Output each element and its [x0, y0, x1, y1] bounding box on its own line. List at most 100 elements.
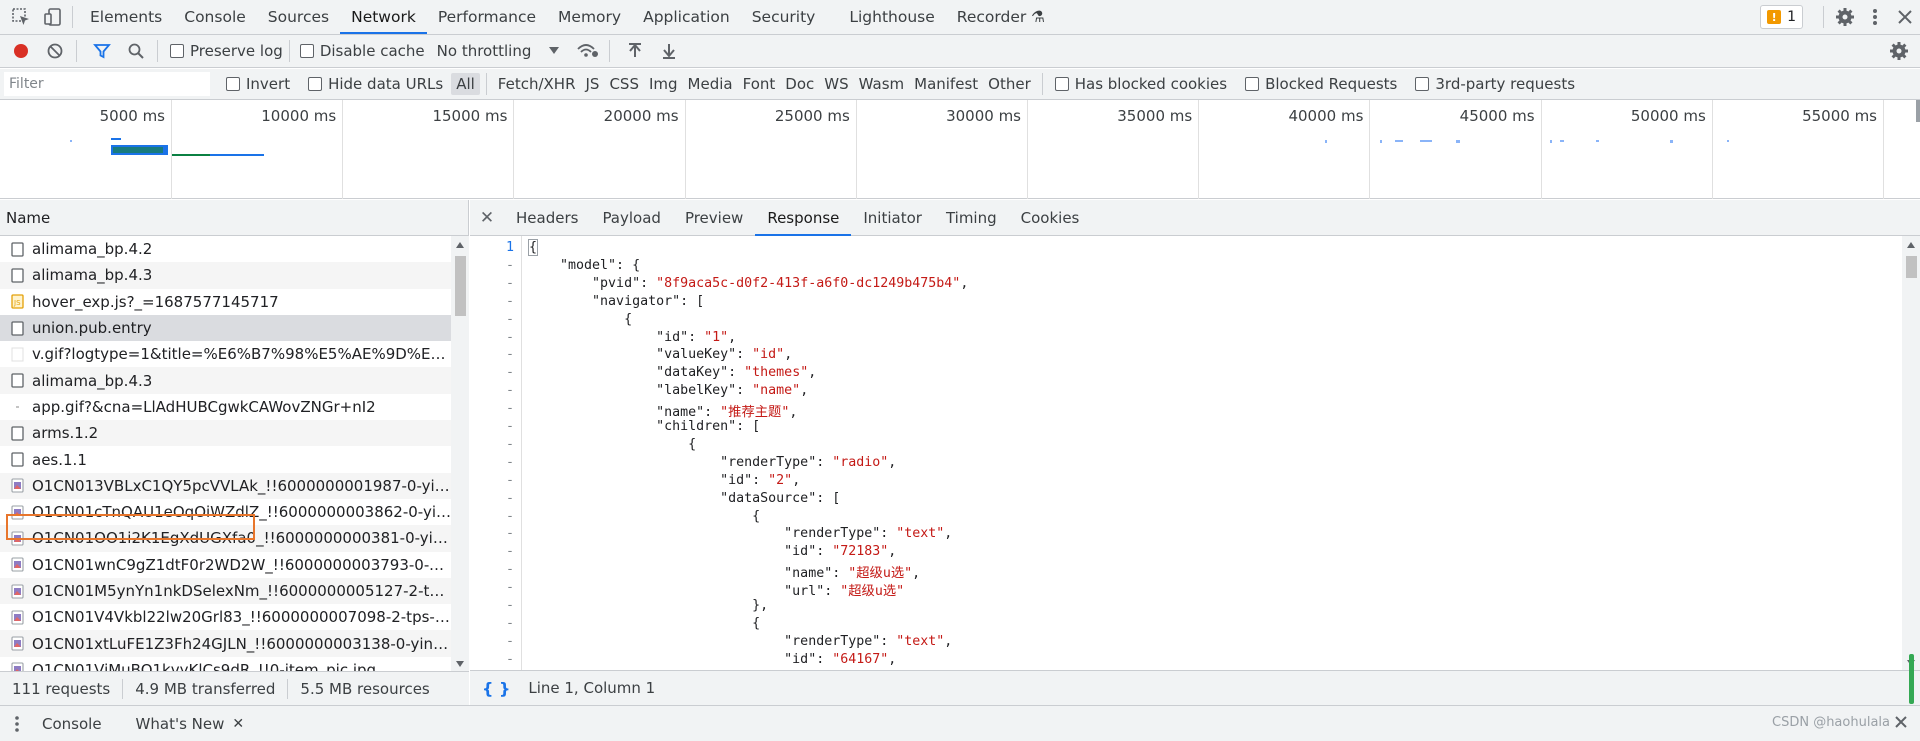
has-blocked-cookies-checkbox[interactable]: Has blocked cookies	[1054, 75, 1227, 93]
filter-type-font[interactable]: Font	[738, 73, 781, 95]
image-file-icon	[11, 478, 24, 493]
issues-counter-button[interactable]: ! 1	[1760, 5, 1803, 29]
filter-type-img[interactable]: Img	[644, 73, 683, 95]
checkbox-box[interactable]	[1415, 77, 1430, 91]
scrollbar-thumb[interactable]	[455, 256, 466, 316]
detail-tab-initiator[interactable]: Initiator	[851, 200, 934, 236]
request-row[interactable]: arms.1.2	[0, 420, 451, 447]
detail-tab-timing[interactable]: Timing	[934, 200, 1009, 236]
inspect-element-icon[interactable]	[8, 4, 34, 30]
detail-tab-preview[interactable]: Preview	[673, 200, 755, 236]
tab-recorder[interactable]: Recorder ⚗	[946, 0, 1056, 34]
filter-funnel-icon[interactable]	[87, 36, 117, 66]
tab-lighthouse[interactable]: Lighthouse	[838, 0, 945, 34]
devtools-panel-tabbar: Elements Console Sources Network Performance…	[0, 0, 1920, 35]
request-list-panel: Name alimama_bp.4.2 alimama_bp.4.3 JS hover…	[0, 200, 469, 705]
drawer-tab-whats-new[interactable]: What's New ✕	[136, 715, 245, 733]
response-viewer[interactable]: 1{- "model": {- "pvid": "8f9aca5c-d0f2-4…	[470, 236, 1902, 670]
blocked-requests-checkbox[interactable]: Blocked Requests	[1245, 75, 1397, 93]
request-row[interactable]: aes.1.1	[0, 446, 451, 472]
throttling-select[interactable]: No throttling	[437, 42, 560, 60]
tab-application[interactable]: Application	[632, 0, 741, 34]
disable-cache-checkbox[interactable]: Disable cache	[299, 42, 425, 60]
tab-performance[interactable]: Performance	[427, 0, 547, 34]
filter-type-fetchxhr[interactable]: Fetch/XHR	[493, 73, 581, 95]
checkbox-box[interactable]	[226, 77, 240, 91]
request-row[interactable]: O1CN013VBLxC1QY5pcVVLAk_!!6000000001987-…	[0, 472, 451, 499]
import-har-icon[interactable]	[620, 36, 650, 66]
request-row[interactable]: O1CN01cTnQAU1eOqOiWZdlZ_!!6000000003862-…	[0, 499, 451, 525]
filter-type-manifest[interactable]: Manifest	[909, 73, 983, 95]
scrollbar-thumb[interactable]	[1906, 256, 1917, 278]
tab-sources[interactable]: Sources	[257, 0, 340, 34]
line-number: -	[505, 526, 514, 542]
checkbox-box[interactable]	[1245, 77, 1260, 91]
filter-type-css[interactable]: CSS	[604, 73, 644, 95]
device-toolbar-icon[interactable]	[40, 4, 66, 30]
code-token: ,	[808, 365, 817, 381]
filter-type-js[interactable]: JS	[581, 73, 605, 95]
filter-type-doc[interactable]: Doc	[780, 73, 819, 95]
close-devtools-icon[interactable]	[1890, 2, 1920, 32]
request-row[interactable]: O1CN01xtLuFE1Z3Fh24GJLN_!!6000000003138-…	[0, 630, 451, 657]
filter-type-other[interactable]: Other	[983, 73, 1036, 95]
name-column-header[interactable]: Name	[0, 200, 468, 236]
more-options-icon[interactable]	[1860, 2, 1890, 32]
pretty-print-icon[interactable]: { }	[482, 679, 510, 698]
tab-network[interactable]: Network	[340, 0, 427, 34]
request-row[interactable]: alimama_bp.4.2	[0, 236, 451, 262]
tab-memory[interactable]: Memory	[547, 0, 632, 34]
hide-data-urls-checkbox[interactable]: Hide data URLs	[308, 75, 443, 93]
invert-checkbox[interactable]: Invert	[226, 75, 290, 93]
tab-console[interactable]: Console	[173, 0, 257, 34]
request-name: O1CN01V4Vkbl22lw20Grl83_!!6000000007098-…	[32, 608, 451, 627]
request-row[interactable]: O1CN01OO1i2K1EgXdUGXfa0_!!6000000000381-…	[0, 525, 451, 552]
string-value: "8f9aca5c-d0f2-413f-a6f0-dc1249b475b4"	[656, 275, 961, 291]
network-overview-timeline[interactable]: 5000 ms 10000 ms 15000 ms 20000 ms 25000 ms 3…	[0, 100, 1920, 199]
request-row[interactable]: alimama_bp.4.3	[0, 367, 451, 394]
network-settings-gear-icon[interactable]	[1884, 36, 1914, 66]
request-row[interactable]: O1CN01wnC9gZ1dtF0r2WD2W_!!6000000003793-…	[0, 552, 451, 578]
settings-gear-icon[interactable]	[1830, 2, 1860, 32]
detail-tab-payload[interactable]: Payload	[590, 200, 673, 236]
export-har-icon[interactable]	[654, 36, 684, 66]
filter-type-ws[interactable]: WS	[819, 73, 853, 95]
checkbox-box[interactable]	[308, 77, 323, 91]
request-name: hover_exp.js?_=1687577145717	[32, 292, 279, 311]
preserve-log-checkbox[interactable]: Preserve log	[170, 42, 283, 60]
third-party-checkbox[interactable]: 3rd-party requests	[1415, 75, 1575, 93]
record-stop-icon[interactable]	[6, 36, 36, 66]
filter-type-media[interactable]: Media	[683, 73, 738, 95]
drawer-tab-console[interactable]: Console	[42, 715, 102, 733]
search-icon[interactable]	[121, 36, 151, 66]
close-drawer-icon[interactable]	[1894, 715, 1908, 729]
request-row[interactable]: app.gif?&cna=LlAdHUBCgwkCAWovZNGr+nI2	[0, 394, 451, 420]
request-row[interactable]: JS hover_exp.js?_=1687577145717	[0, 289, 451, 315]
overview-resize-handle[interactable]	[1916, 100, 1920, 122]
request-list-scrollbar[interactable]	[451, 236, 469, 671]
checkbox-box[interactable]	[1054, 77, 1069, 91]
detail-tab-headers[interactable]: Headers	[504, 200, 590, 236]
request-row[interactable]: O1CN01ViMuBO1kvyKlCs9dR_!!0-item_pic.jpg	[0, 657, 451, 671]
close-tab-icon[interactable]: ✕	[232, 716, 244, 732]
response-scrollbar[interactable]	[1902, 236, 1920, 670]
code-token: "id":	[528, 329, 705, 345]
request-row[interactable]: O1CN01V4Vkbl22lw20Grl83_!!6000000007098-…	[0, 604, 451, 630]
detail-tab-response[interactable]: Response	[755, 200, 852, 236]
checkbox-box[interactable]	[299, 44, 314, 58]
request-row[interactable]: union.pub.entry	[0, 314, 451, 342]
detail-tab-cookies[interactable]: Cookies	[1009, 200, 1092, 236]
drawer-menu-icon[interactable]	[14, 715, 20, 733]
tab-elements[interactable]: Elements	[79, 0, 173, 34]
request-row[interactable]: alimama_bp.4.3	[0, 262, 451, 289]
request-row[interactable]: v.gif?logtype=1&title=%E6%B7%98%E5%AE%9D…	[0, 341, 451, 367]
filter-type-wasm[interactable]: Wasm	[854, 73, 910, 95]
tab-security[interactable]: Security	[741, 0, 827, 34]
request-row[interactable]: O1CN01M5ynYn1nkDSelexNm_!!6000000005127-…	[0, 577, 451, 605]
clear-icon[interactable]	[40, 36, 70, 66]
network-conditions-icon[interactable]	[573, 36, 603, 66]
checkbox-box[interactable]	[170, 44, 184, 58]
filter-input[interactable]	[4, 72, 210, 96]
close-detail-icon[interactable]: ✕	[470, 200, 504, 236]
filter-type-all[interactable]: All	[451, 73, 480, 95]
